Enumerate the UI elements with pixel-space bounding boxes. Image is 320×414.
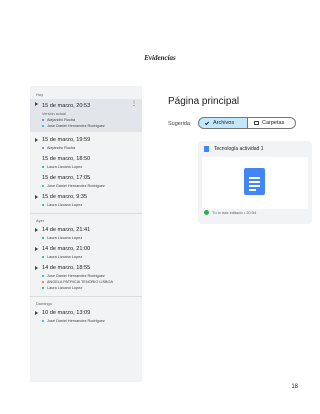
version-date: 14 de marzo, 21:00 [42,246,91,252]
google-docs-large-icon [244,168,265,195]
document-title: Evidencias [144,54,176,62]
author-name: Laura Lizcano Lopez [47,286,83,290]
file-thumbnail [202,157,308,209]
more-options-icon[interactable]: ⋮ [131,101,137,107]
author-name: Jose Daniel Hernandez Rodriguez [47,319,105,323]
version-item[interactable]: 15 de marzo, 19:59 Alejandro Rocha [30,135,142,151]
version-date: 14 de marzo, 18:55 [42,265,91,271]
version-date: 10 de marzo, 13:09 [42,310,91,316]
file-card-header: Tecnología actividad 1 [198,141,312,157]
files-chip[interactable]: Archivos [198,117,248,129]
version-item[interactable]: 14 de marzo, 21:41 Laura Lizcano Lopez [30,225,142,241]
check-icon [204,120,210,125]
expand-arrow-icon[interactable] [35,228,38,232]
group-divider [30,213,142,214]
folders-chip[interactable]: Carpetas [248,117,296,129]
version-author: Laura Lizcano Lopez [42,254,142,260]
version-date: 15 de marzo, 18:50 [42,156,91,162]
expand-arrow-icon[interactable] [35,266,38,270]
filter-chips: Archivos Carpetas [198,117,296,129]
folders-chip-label: Carpetas [262,120,285,126]
history-group-label: Hoy [36,92,44,97]
page-number: 18 [291,384,298,390]
expand-arrow-icon[interactable] [35,195,38,199]
author-color-dot [42,146,45,150]
author-name: Laura Lizcano Lopez [47,203,83,207]
version-item[interactable]: 15 de marzo, 17:05 Jose Daniel Hernandez … [30,173,142,189]
version-author: Jose Daniel Hernandez Rodriguez [42,318,142,324]
author-name: Alejandro Rocha [47,118,76,122]
suggested-label: Sugerida [168,121,191,127]
file-name: Tecnología actividad 1 [214,146,264,152]
version-author: Jose Daniel Hernandez Rodriguez [42,123,142,129]
version-author: Laura Lizcano Lopez [42,235,142,241]
author-color-dot [42,124,45,128]
author-name: Alejandro Rocha [47,146,76,150]
version-item[interactable]: 14 de marzo, 18:55 Jose Daniel Hernandez … [30,263,142,291]
group-divider [30,296,142,297]
version-author: Alejandro Rocha [42,145,142,151]
drive-home-panel: Página principal Sugerida Archivos Carpe… [160,86,320,256]
expand-arrow-icon[interactable] [35,247,38,251]
history-group-label: Ayer [36,218,45,223]
author-color-dot [42,274,45,278]
folder-icon [254,121,259,125]
version-author: Laura Lizcano Lopez [42,285,142,291]
history-group-label: Domingo [36,301,53,306]
version-item[interactable]: 15 de marzo, 18:50 Laura Lizcano Lopez [30,154,142,170]
author-color-dot [42,286,45,290]
version-item[interactable]: 15 de marzo, 9:35 Laura Lizcano Lopez [30,192,142,208]
google-docs-icon [204,146,209,152]
version-date: 15 de marzo, 19:59 [42,137,91,143]
author-name: Jose Daniel Hernandez Rodriguez [47,124,105,128]
author-name: Jose Daniel Hernandez Rodriguez [47,274,105,278]
edited-info: Tú lo has editado • 20:54 [212,210,257,215]
author-color-dot [42,236,45,240]
file-card[interactable]: Tecnología actividad 1 Tú lo has editado… [198,141,312,224]
editor-avatar [204,210,209,215]
version-date: 15 de marzo, 9:35 [42,194,88,200]
version-author: Laura Lizcano Lopez [42,202,142,208]
version-date: 14 de marzo, 21:41 [42,227,91,233]
author-color-dot [42,118,45,122]
author-color-dot [42,319,45,323]
expand-arrow-icon[interactable] [35,102,38,106]
expand-arrow-icon[interactable] [35,311,38,315]
version-date: 15 de marzo, 20:53 [42,103,91,109]
author-name: Jose Daniel Hernandez Rodriguez [47,184,105,188]
version-item[interactable]: ⋮ 15 de marzo, 20:53 Versión actual Alejand… [30,99,142,132]
author-name: ANGELA PATRICIA TENORIO LISBOA [47,280,114,284]
version-history-panel: Hoy ⋮ 15 de marzo, 20:53 Versión actual Alej… [30,86,142,382]
drive-page-title: Página principal [168,96,240,107]
version-author: Laura Lizcano Lopez [42,164,142,170]
author-name: Laura Lizcano Lopez [47,236,83,240]
files-chip-label: Archivos [213,120,235,126]
version-item[interactable]: 14 de marzo, 21:00 Laura Lizcano Lopez [30,244,142,260]
author-color-dot [42,280,45,284]
author-name: Laura Lizcano Lopez [47,165,83,169]
version-date: 15 de marzo, 17:05 [42,175,91,181]
version-author: Jose Daniel Hernandez Rodriguez [42,183,142,189]
expand-arrow-icon[interactable] [35,138,38,142]
version-item[interactable]: 10 de marzo, 13:09 Jose Daniel Hernandez … [30,308,142,324]
author-color-dot [42,255,45,259]
author-color-dot [42,184,45,188]
file-card-footer: Tú lo has editado • 20:54 [204,210,256,215]
author-color-dot [42,165,45,169]
author-color-dot [42,203,45,207]
author-name: Laura Lizcano Lopez [47,255,83,259]
